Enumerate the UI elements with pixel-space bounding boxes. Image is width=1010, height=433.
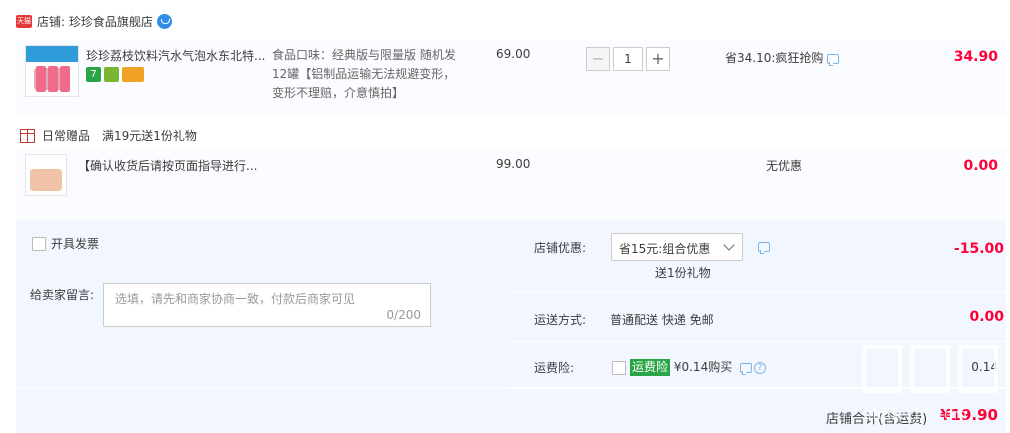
watermark-logo-glyph xyxy=(910,345,950,393)
insurance-checkbox[interactable] xyxy=(612,361,626,375)
shop-promo-row: 店铺优惠: 省15元:组合优惠 送1份礼物 -15.00 xyxy=(510,220,1006,292)
insurance-price: ¥0.14购买 xyxy=(673,360,733,374)
item-discount: 省34.10:疯狂抢购 xyxy=(725,49,840,66)
service-badges: 7 xyxy=(86,67,144,82)
quantity-increase-button[interactable]: + xyxy=(646,47,670,71)
shipping-value: 0.00 xyxy=(969,309,1004,325)
credit-card-icon[interactable] xyxy=(122,67,144,82)
gift-thumbnail[interactable] xyxy=(25,154,67,196)
wangwang-chat-icon[interactable] xyxy=(156,13,172,29)
gift-promo-label: 满19元送1份礼物 xyxy=(102,129,197,143)
shipping-label: 运送方式: xyxy=(534,313,587,327)
item-subtotal: 34.90 xyxy=(953,49,998,65)
shop-promo-value: -15.00 xyxy=(953,241,1004,257)
shop-promo-sub: 送1份礼物 xyxy=(655,266,711,280)
gift-type-label: 日常赠品 xyxy=(42,129,91,143)
shop-promo-label: 店铺优惠: xyxy=(534,241,587,255)
invoice-checkbox[interactable] xyxy=(32,236,46,251)
message-char-count: 0/200 xyxy=(386,308,421,322)
message-textarea[interactable]: 选填，请先和商家协商一致，付款后商家可见 0/200 xyxy=(103,283,431,327)
message-placeholder: 选填，请先和商家协商一致，付款后商家可见 xyxy=(115,292,356,306)
promo-info-icon[interactable] xyxy=(758,242,770,254)
unit-price: 69.00 xyxy=(496,47,531,61)
gift-unit-price: 99.00 xyxy=(496,157,531,171)
discount-info-icon[interactable] xyxy=(827,53,840,66)
quantity-decrease-button[interactable]: − xyxy=(586,47,610,71)
gift-subtotal: 0.00 xyxy=(963,158,998,174)
gift-header: 日常赠品 满19元送1份礼物 xyxy=(20,127,197,144)
quantity-stepper: − 1 + xyxy=(586,47,670,71)
chevron-down-icon xyxy=(723,239,735,251)
shipping-method: 普通配送 快递 免邮 xyxy=(610,313,714,327)
gift-icon xyxy=(20,128,35,143)
shop-promo-select[interactable]: 省15元:组合优惠 xyxy=(611,233,743,261)
insurance-tag: 运费险 xyxy=(630,359,671,376)
gift-discount: 无优惠 xyxy=(766,159,803,173)
order-item-row: 珍珍荔枝饮料汽水气泡水东北特... 7 食品口味：经典版与限量版 随机发 12罐… xyxy=(16,40,1006,116)
gift-item-row: 【确认收货后请按页面指导进行... 99.00 无优惠 0.00 xyxy=(16,148,1006,220)
insurance-info-icon[interactable] xyxy=(740,362,753,375)
insurance-option: 运费险 ¥0.14购买 ? xyxy=(630,358,767,376)
product-spec: 食品口味：经典版与限量版 随机发 12罐【铝制品运输无法规避变形，变形不理赔，介… xyxy=(272,48,456,100)
watermark-text: zhidezhi.com xyxy=(864,407,969,423)
watermark-logo-glyph xyxy=(862,345,902,393)
watermark-logo-glyph xyxy=(958,345,998,393)
insurance-label: 运费险: xyxy=(534,361,575,375)
shipping-row: 运送方式: 普通配送 快递 免邮 0.00 xyxy=(510,292,1006,342)
tmall-icon: 天猫 xyxy=(16,14,32,28)
shop-promo-selected: 省15元:组合优惠 xyxy=(619,242,711,256)
help-icon[interactable]: ? xyxy=(754,361,767,374)
item-discount-text: 省34.10:疯狂抢购 xyxy=(725,51,824,65)
shop-name-link[interactable]: 店铺: 珍珍食品旗舰店 xyxy=(37,13,153,30)
invoice-option[interactable]: 开具发票 xyxy=(32,235,99,252)
guarantee-icon[interactable] xyxy=(104,67,119,82)
shop-header: 天猫 店铺: 珍珍食品旗舰店 xyxy=(16,12,172,30)
invoice-label: 开具发票 xyxy=(51,237,100,251)
seven-day-return-icon[interactable]: 7 xyxy=(86,67,101,82)
gift-title-link[interactable]: 【确认收货后请按页面指导进行... xyxy=(78,157,278,174)
quantity-input[interactable]: 1 xyxy=(613,47,643,71)
site-watermark: zhidezhi.com xyxy=(858,345,1008,433)
product-thumbnail[interactable] xyxy=(25,45,79,97)
product-title-link[interactable]: 珍珍荔枝饮料汽水气泡水东北特... xyxy=(86,47,266,64)
message-label: 给卖家留言: xyxy=(30,288,95,302)
